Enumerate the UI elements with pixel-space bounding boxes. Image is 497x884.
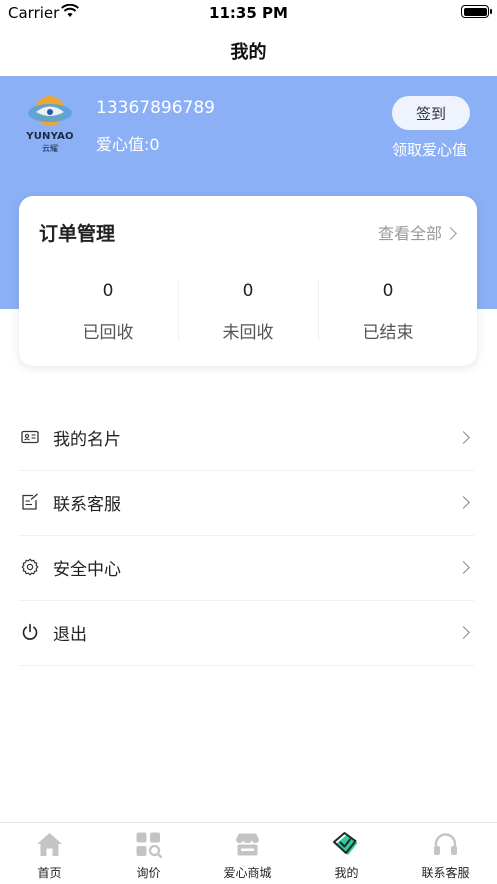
stat-not-recycled[interactable]: 0 未回收 — [178, 281, 318, 343]
stat-label: 未回收 — [222, 323, 274, 343]
gear-icon — [21, 558, 39, 576]
tab-inquiry[interactable]: 询价 — [99, 823, 198, 884]
menu-item-label: 联系客服 — [53, 495, 121, 515]
view-all-label: 查看全部 — [377, 224, 442, 243]
tab-bar: 首页 询价 爱心商城 我的 联系客服 — [0, 822, 497, 883]
stat-value: 0 — [102, 281, 114, 301]
stat-label: 已回收 — [82, 323, 134, 343]
status-time: 11:35 PM — [209, 4, 288, 22]
tab-customer-service[interactable]: 联系客服 — [396, 823, 495, 884]
store-icon — [236, 833, 259, 856]
view-all-orders-link[interactable]: 查看全部 — [377, 220, 457, 244]
tab-mine[interactable]: 我的 — [297, 823, 396, 884]
tab-label: 我的 — [334, 866, 359, 880]
claim-love-value-link[interactable]: 领取爱心值 — [392, 139, 467, 160]
profile-shield-icon — [333, 832, 358, 855]
logo-text: YUNYAO — [26, 131, 74, 142]
menu-item-business-card[interactable]: 我的名片 — [19, 406, 474, 471]
battery-icon — [461, 5, 492, 18]
tab-label: 首页 — [37, 866, 62, 880]
tab-label: 询价 — [136, 866, 161, 880]
menu-item-label: 安全中心 — [53, 560, 121, 580]
navigation-bar: 我的 — [0, 26, 497, 76]
inquiry-grid-icon — [136, 832, 162, 858]
stat-recycled[interactable]: 0 已回收 — [38, 281, 178, 343]
tab-home[interactable]: 首页 — [0, 823, 99, 884]
tab-love-store[interactable]: 爱心商城 — [198, 823, 297, 884]
logo-subtext: 云耀 — [42, 144, 58, 153]
menu-item-label: 退出 — [53, 625, 87, 645]
order-management-card: 订单管理 查看全部 0 已回收 0 未回收 0 已结束 — [19, 196, 477, 366]
home-icon — [37, 833, 62, 856]
menu-item-security-center[interactable]: 安全中心 — [19, 536, 474, 601]
id-card-icon — [21, 430, 39, 444]
power-icon — [22, 623, 38, 640]
chevron-right-icon — [457, 496, 470, 509]
stat-finished[interactable]: 0 已结束 — [318, 281, 458, 343]
menu-item-customer-service[interactable]: 联系客服 — [19, 471, 474, 536]
tab-label: 联系客服 — [421, 866, 470, 880]
status-bar: Carrier 11:35 PM — [0, 0, 497, 26]
stat-value: 0 — [382, 281, 394, 301]
menu-item-logout[interactable]: 退出 — [19, 601, 474, 666]
stat-label: 已结束 — [362, 323, 414, 343]
user-phone: 13367896789 — [96, 98, 215, 118]
chevron-right-icon — [457, 561, 470, 574]
love-value: 爱心值:0 — [96, 135, 160, 154]
signin-button[interactable]: 签到 — [392, 96, 470, 130]
headset-icon — [434, 833, 457, 855]
page-title: 我的 — [230, 42, 267, 63]
tab-label: 爱心商城 — [223, 866, 272, 880]
chevron-right-icon — [444, 227, 457, 240]
menu-item-label: 我的名片 — [53, 430, 121, 450]
edit-note-icon — [22, 493, 38, 510]
chevron-right-icon — [457, 431, 470, 444]
chevron-right-icon — [457, 626, 470, 639]
order-management-title: 订单管理 — [39, 223, 116, 245]
stat-value: 0 — [242, 281, 254, 301]
